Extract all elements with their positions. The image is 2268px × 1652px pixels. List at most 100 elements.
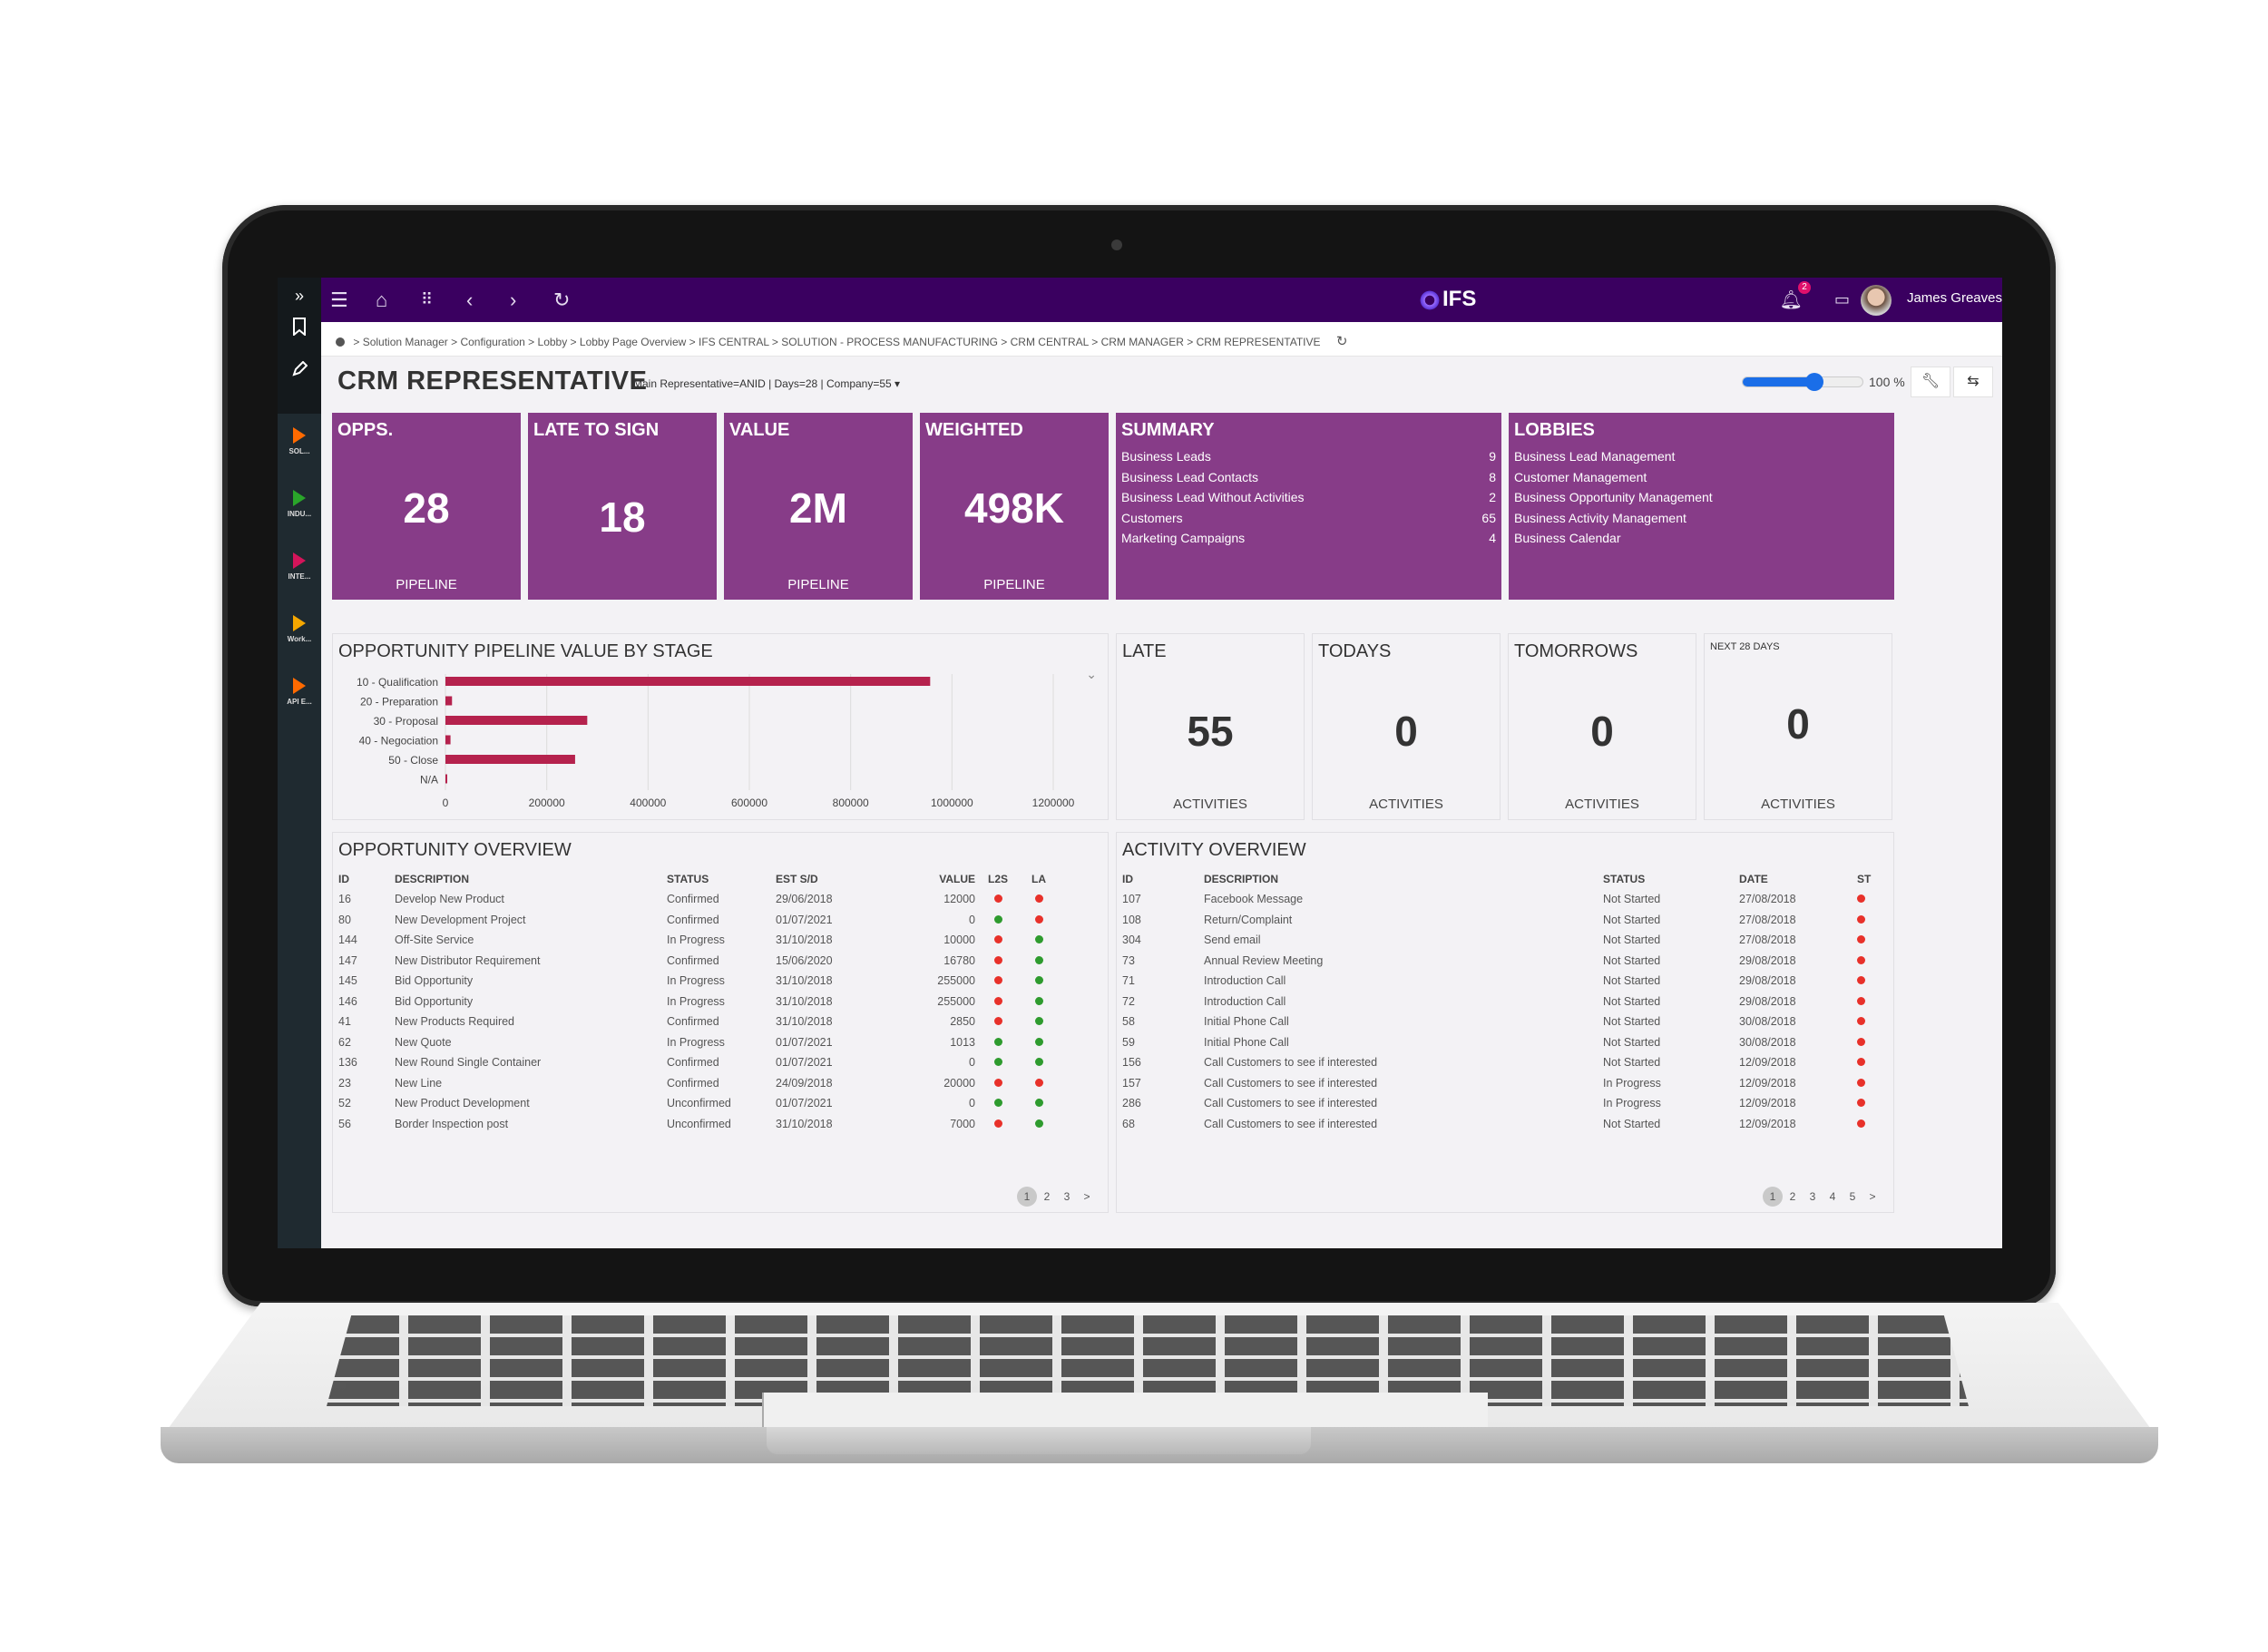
expand-nav-icon[interactable]: » bbox=[278, 287, 321, 306]
breadcrumb-item[interactable]: CRM REPRESENTATIVE bbox=[1197, 336, 1321, 348]
activity-count-tile[interactable]: LATE 55 ACTIVITIES bbox=[1116, 633, 1305, 820]
column-header[interactable]: STATUS bbox=[667, 869, 776, 889]
column-header[interactable]: DESCRIPTION bbox=[1204, 869, 1603, 889]
activity-pagination: 1 2 3 4 5 > bbox=[1763, 1187, 1882, 1207]
lobby-link[interactable]: Customer Management bbox=[1509, 470, 1894, 491]
opportunity-row[interactable]: 146 Bid Opportunity In Progress 31/10/2018 2… bbox=[338, 992, 1057, 1012]
column-header[interactable]: DESCRIPTION bbox=[395, 869, 667, 889]
next-page-button[interactable]: > bbox=[1862, 1190, 1882, 1203]
page-button[interactable]: 2 bbox=[1037, 1190, 1057, 1203]
opportunity-row[interactable]: 144 Off-Site Service In Progress 31/10/2018… bbox=[338, 930, 1057, 951]
activity-count-tile[interactable]: NEXT 28 DAYS 0 ACTIVITIES bbox=[1704, 633, 1892, 820]
breadcrumb-item[interactable]: Lobby bbox=[538, 336, 568, 348]
opportunity-row[interactable]: 145 Bid Opportunity In Progress 31/10/2018 2… bbox=[338, 971, 1057, 992]
activity-count-tile[interactable]: TOMORROWS 0 ACTIVITIES bbox=[1508, 633, 1696, 820]
opportunity-row[interactable]: 56 Border Inspection post Unconfirmed 31/10… bbox=[338, 1114, 1057, 1135]
breadcrumb-root-icon[interactable] bbox=[336, 337, 345, 347]
opportunity-row[interactable]: 80 New Development Project Confirmed 01/07/… bbox=[338, 910, 1057, 931]
summary-row[interactable]: Business Leads 9 bbox=[1116, 449, 1501, 470]
left-nav-item[interactable]: INTE... bbox=[278, 552, 321, 581]
opportunity-row[interactable]: 147 New Distributor Requirement Confirmed 1… bbox=[338, 951, 1057, 972]
context-parameters-dropdown[interactable]: Main Representative=ANID | Days=28 | Com… bbox=[633, 377, 900, 390]
page-button[interactable]: 2 bbox=[1783, 1190, 1803, 1203]
activity-row[interactable]: 157 Call Customers to see if interested In… bbox=[1122, 1073, 1884, 1094]
column-header[interactable]: VALUE bbox=[912, 869, 975, 889]
back-icon[interactable]: ‹ bbox=[466, 288, 473, 312]
breadcrumb-item[interactable]: Lobby Page Overview bbox=[580, 336, 686, 348]
next-page-button[interactable]: > bbox=[1077, 1190, 1097, 1203]
left-nav-item[interactable]: Work... bbox=[278, 615, 321, 643]
kpi-tile[interactable]: WEIGHTED 498K PIPELINE bbox=[920, 413, 1109, 600]
edit-pencil-icon[interactable] bbox=[278, 360, 321, 382]
page-button[interactable]: 3 bbox=[1803, 1190, 1823, 1203]
page-button[interactable]: 3 bbox=[1057, 1190, 1077, 1203]
activity-count-tile[interactable]: TODAYS 0 ACTIVITIES bbox=[1312, 633, 1501, 820]
opportunity-row[interactable]: 23 New Line Confirmed 24/09/2018 20000 bbox=[338, 1073, 1057, 1094]
column-header[interactable]: ST bbox=[1857, 869, 1884, 889]
breadcrumb-item[interactable]: CRM MANAGER bbox=[1101, 336, 1184, 348]
breadcrumb-item[interactable]: Solution Manager bbox=[363, 336, 448, 348]
page-button[interactable]: 4 bbox=[1823, 1190, 1843, 1203]
breadcrumb-item[interactable]: SOLUTION - PROCESS MANUFACTURING bbox=[781, 336, 998, 348]
kpi-tile[interactable]: LATE TO SIGN 18 bbox=[528, 413, 717, 600]
summary-row[interactable]: Business Lead Without Activities 2 bbox=[1116, 490, 1501, 511]
activity-row[interactable]: 71 Introduction Call Not Started 29/08/2018 bbox=[1122, 971, 1884, 992]
activity-row[interactable]: 304 Send email Not Started 27/08/2018 bbox=[1122, 930, 1884, 951]
refresh-icon[interactable]: ↻ bbox=[553, 288, 570, 312]
breadcrumb-item[interactable]: CRM CENTRAL bbox=[1011, 336, 1089, 348]
page-button[interactable]: 5 bbox=[1843, 1190, 1862, 1203]
lobby-link[interactable]: Business Opportunity Management bbox=[1509, 490, 1894, 511]
activity-row[interactable]: 108 Return/Complaint Not Started 27/08/2018 bbox=[1122, 910, 1884, 931]
summary-row-label: Business Lead Without Activities bbox=[1121, 490, 1305, 504]
opportunity-row[interactable]: 136 New Round Single Container Confirmed 01… bbox=[338, 1052, 1057, 1073]
breadcrumb-refresh-icon[interactable]: ↻ bbox=[1336, 334, 1348, 349]
column-header[interactable]: EST S/D bbox=[776, 869, 912, 889]
opportunity-row[interactable]: 16 Develop New Product Confirmed 29/06/2018… bbox=[338, 889, 1057, 910]
summary-row[interactable]: Business Lead Contacts 8 bbox=[1116, 470, 1501, 491]
activity-row[interactable]: 286 Call Customers to see if interested In… bbox=[1122, 1093, 1884, 1114]
left-nav-item[interactable]: API E... bbox=[278, 678, 321, 706]
column-header[interactable]: ID bbox=[1122, 869, 1204, 889]
forward-icon[interactable]: › bbox=[510, 288, 516, 312]
lobby-link[interactable]: Business Lead Management bbox=[1509, 449, 1894, 470]
summary-row[interactable]: Marketing Campaigns 4 bbox=[1116, 531, 1501, 552]
column-header[interactable]: DATE bbox=[1739, 869, 1857, 889]
left-nav-item[interactable]: INDU... bbox=[278, 490, 321, 518]
activity-row[interactable]: 59 Initial Phone Call Not Started 30/08/201… bbox=[1122, 1032, 1884, 1053]
column-header[interactable]: LA bbox=[1021, 869, 1057, 889]
lobby-link[interactable]: Business Calendar bbox=[1509, 531, 1894, 552]
home-icon[interactable]: ⌂ bbox=[376, 288, 387, 312]
apps-grid-icon[interactable]: ⠿ bbox=[421, 290, 433, 309]
menu-icon[interactable]: ☰ bbox=[330, 288, 348, 312]
share-button[interactable]: ⇆ bbox=[1953, 367, 1993, 397]
lobby-link[interactable]: Business Activity Management bbox=[1509, 511, 1894, 532]
breadcrumb-item[interactable]: Configuration bbox=[460, 336, 524, 348]
kpi-tile[interactable]: OPPS. 28 PIPELINE bbox=[332, 413, 521, 600]
page-button[interactable]: 1 bbox=[1017, 1187, 1037, 1207]
activity-row[interactable]: 73 Annual Review Meeting Not Started 29/08/… bbox=[1122, 951, 1884, 972]
kpi-tile[interactable]: VALUE 2M PIPELINE bbox=[724, 413, 913, 600]
zoom-slider-handle[interactable] bbox=[1805, 373, 1824, 391]
ifs-logo[interactable]: IFS bbox=[1419, 287, 1476, 312]
opportunity-row[interactable]: 52 New Product Development Unconfirmed 01/0… bbox=[338, 1093, 1057, 1114]
column-header[interactable]: ID bbox=[338, 869, 395, 889]
activity-row[interactable]: 107 Facebook Message Not Started 27/08/2018 bbox=[1122, 889, 1884, 910]
breadcrumb-item[interactable]: IFS CENTRAL bbox=[699, 336, 769, 348]
activity-row[interactable]: 156 Call Customers to see if interested No… bbox=[1122, 1052, 1884, 1073]
opportunity-row[interactable]: 41 New Products Required Confirmed 31/10/20… bbox=[338, 1012, 1057, 1032]
page-button[interactable]: 1 bbox=[1763, 1187, 1783, 1207]
zoom-slider[interactable] bbox=[1742, 373, 1863, 391]
opportunity-row[interactable]: 62 New Quote In Progress 01/07/2021 1013 bbox=[338, 1032, 1057, 1053]
settings-wrench-button[interactable]: 🔧︎ bbox=[1911, 367, 1950, 397]
column-header[interactable]: L2S bbox=[975, 869, 1021, 889]
user-avatar[interactable] bbox=[1861, 285, 1892, 316]
bookmark-icon[interactable] bbox=[278, 318, 321, 340]
column-header[interactable]: STATUS bbox=[1603, 869, 1739, 889]
activity-row[interactable]: 58 Initial Phone Call Not Started 30/08/201… bbox=[1122, 1012, 1884, 1032]
activity-row[interactable]: 72 Introduction Call Not Started 29/08/2018 bbox=[1122, 992, 1884, 1012]
left-nav-item[interactable]: SOL... bbox=[278, 427, 321, 455]
summary-row[interactable]: Customers 65 bbox=[1116, 511, 1501, 532]
user-name[interactable]: James Greaves bbox=[1907, 290, 2002, 306]
activity-row[interactable]: 68 Call Customers to see if interested Not… bbox=[1122, 1114, 1884, 1135]
chat-icon[interactable]: ▭ bbox=[1834, 290, 1850, 309]
